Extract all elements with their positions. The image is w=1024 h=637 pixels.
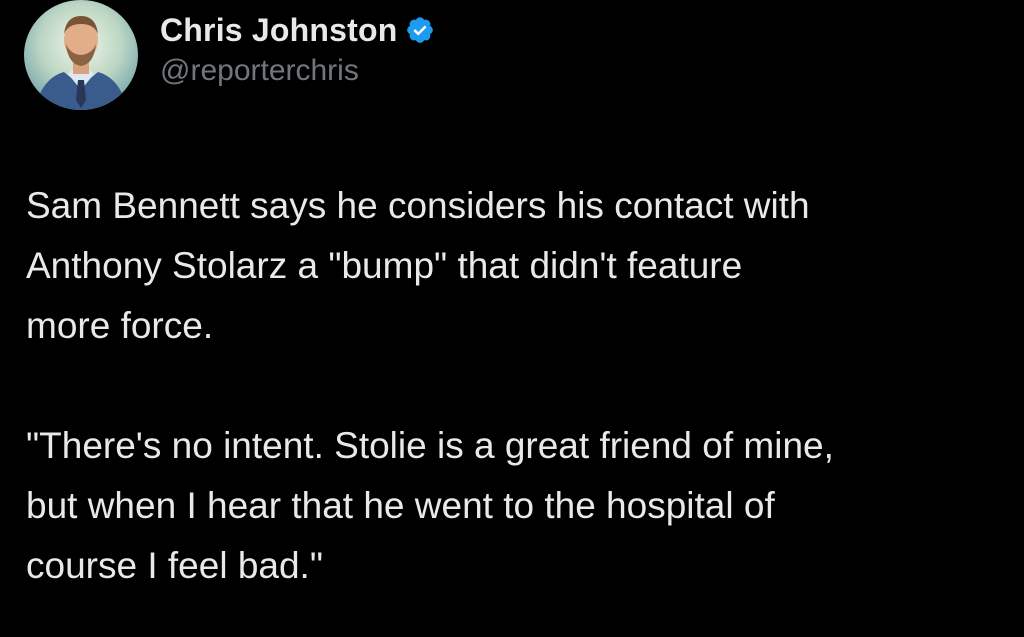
verified-badge-icon bbox=[405, 15, 435, 45]
name-row: Chris Johnston bbox=[160, 8, 435, 52]
tweet-text: Sam Bennett says he considers his contac… bbox=[26, 176, 1006, 596]
tweet-paragraph-1: Sam Bennett says he considers his contac… bbox=[26, 185, 810, 346]
tweet-header: Chris Johnston @reporterchris bbox=[160, 8, 435, 88]
tweet-paragraph-2: "There's no intent. Stolie is a great fr… bbox=[26, 425, 834, 586]
avatar[interactable] bbox=[24, 0, 138, 110]
display-name[interactable]: Chris Johnston bbox=[160, 12, 397, 49]
user-handle[interactable]: @reporterchris bbox=[160, 54, 435, 88]
avatar-photo bbox=[24, 0, 138, 110]
